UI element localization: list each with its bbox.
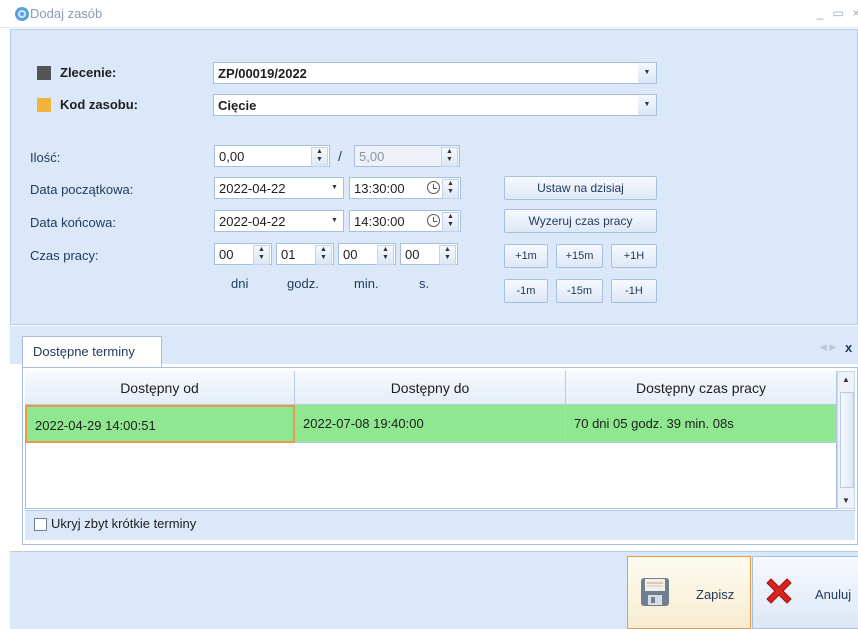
- ilosc-max-spinner: ▲ ▼: [441, 147, 458, 167]
- dni-spinner[interactable]: ▲ ▼: [253, 245, 270, 265]
- cell-czas[interactable]: 70 dni 05 godz. 39 min. 08s: [566, 405, 837, 443]
- czas-s-input[interactable]: 00 ▲ ▼: [400, 243, 458, 265]
- red-x-icon: [766, 578, 792, 604]
- unit-s: s.: [419, 276, 430, 291]
- ilosc-spinner[interactable]: ▲ ▼: [311, 147, 328, 167]
- data-poczatkowa-label: Data początkowa:: [30, 182, 134, 197]
- maximize-button[interactable]: ▭: [830, 4, 846, 22]
- minus-1m-button[interactable]: -1m: [504, 279, 548, 303]
- minus-15m-button[interactable]: -15m: [556, 279, 603, 303]
- column-header-czas[interactable]: Dostępny czas pracy: [566, 371, 837, 405]
- minimize-button[interactable]: _: [812, 4, 828, 22]
- plus-1h-button[interactable]: +1H: [611, 244, 657, 268]
- czas-godz-input[interactable]: 01 ▲ ▼: [276, 243, 334, 265]
- hide-short-checkbox[interactable]: [34, 518, 47, 531]
- column-header-do[interactable]: Dostępny do: [295, 371, 566, 405]
- clock-icon: [427, 214, 440, 227]
- min-spinner[interactable]: ▲ ▼: [377, 245, 394, 265]
- close-button[interactable]: ×: [848, 4, 858, 22]
- s-spinner[interactable]: ▲ ▼: [439, 245, 456, 265]
- scroll-down-icon[interactable]: ▼: [838, 496, 854, 505]
- data-poczatkowa-time: 13:30:00: [354, 181, 405, 196]
- kod-zasobu-value: Cięcie: [218, 98, 257, 113]
- app-gear-icon: [14, 6, 30, 22]
- data-poczatkowa-time-input[interactable]: 13:30:00 ▲ ▼: [349, 177, 461, 199]
- ilosc-separator: /: [338, 148, 342, 164]
- scroll-thumb[interactable]: [840, 392, 854, 488]
- grid-scrollbar[interactable]: ▲ ▼: [837, 371, 855, 509]
- zlecenie-value: ZP/00019/2022: [218, 66, 307, 81]
- plus-1m-button[interactable]: +1m: [504, 244, 548, 268]
- zlecenie-color-swatch: [37, 66, 51, 80]
- clock-icon: [427, 181, 440, 194]
- czas-godz-value: 01: [281, 247, 296, 262]
- unit-dni: dni: [231, 276, 249, 291]
- unit-min: min.: [354, 276, 379, 291]
- data-koncowa-date-input[interactable]: 2022-04-22 ▼: [214, 210, 344, 232]
- data-koncowa-label: Data końcowa:: [30, 215, 116, 230]
- ilosc-max-input: 5,00 ▲ ▼: [354, 145, 460, 167]
- title-bar: [0, 0, 858, 28]
- chevron-down-icon[interactable]: ▼: [637, 95, 656, 115]
- godz-spinner[interactable]: ▲ ▼: [315, 245, 332, 265]
- minus-1h-button[interactable]: -1H: [611, 279, 657, 303]
- tab-scroll-arrows-icon[interactable]: ◀ ▶: [820, 342, 836, 353]
- time-spinner[interactable]: ▲ ▼: [442, 212, 459, 232]
- hide-short-label: Ukryj zbyt krótkie terminy: [51, 516, 197, 531]
- column-header-od[interactable]: Dostępny od: [25, 371, 295, 405]
- czas-dni-value: 00: [219, 247, 234, 262]
- calendar-dropdown-icon[interactable]: ▼: [327, 212, 342, 230]
- kod-zasobu-combo[interactable]: Cięcie ▼: [213, 94, 657, 116]
- zlecenie-combo[interactable]: ZP/00019/2022 ▼: [213, 62, 657, 84]
- czas-min-input[interactable]: 00 ▲ ▼: [338, 243, 396, 265]
- data-koncowa-date: 2022-04-22: [219, 214, 286, 229]
- czas-dni-input[interactable]: 00 ▲ ▼: [214, 243, 272, 265]
- cancel-label: Anuluj: [815, 587, 852, 602]
- zlecenie-label: Zlecenie:: [60, 65, 117, 80]
- ilosc-value: 0,00: [219, 149, 245, 164]
- floppy-disk-icon: [641, 578, 669, 606]
- cell-do[interactable]: 2022-07-08 19:40:00: [295, 405, 566, 443]
- czas-s-value: 00: [405, 247, 420, 262]
- cell-od[interactable]: 2022-04-29 14:00:51: [25, 405, 295, 443]
- plus-15m-button[interactable]: +15m: [556, 244, 603, 268]
- data-poczatkowa-date: 2022-04-22: [219, 181, 286, 196]
- tab-dostepne-terminy[interactable]: Dostępne terminy: [22, 336, 162, 368]
- data-poczatkowa-date-input[interactable]: 2022-04-22 ▼: [214, 177, 344, 199]
- cancel-button[interactable]: Anuluj: [752, 556, 858, 629]
- time-spinner[interactable]: ▲ ▼: [442, 179, 459, 199]
- save-button[interactable]: Zapisz: [627, 556, 751, 629]
- calendar-dropdown-icon[interactable]: ▼: [327, 179, 342, 197]
- save-label: Zapisz: [696, 587, 735, 602]
- unit-godz: godz.: [287, 276, 319, 291]
- ilosc-input[interactable]: 0,00 ▲ ▼: [214, 145, 330, 167]
- kod-zasobu-color-swatch: [37, 98, 51, 112]
- kod-zasobu-label: Kod zasobu:: [60, 97, 138, 112]
- data-koncowa-time-input[interactable]: 14:30:00 ▲ ▼: [349, 210, 461, 232]
- czas-pracy-label: Czas pracy:: [30, 248, 99, 263]
- chevron-down-icon[interactable]: ▼: [637, 63, 656, 83]
- scroll-up-icon[interactable]: ▲: [838, 375, 854, 384]
- data-koncowa-time: 14:30:00: [354, 214, 405, 229]
- ilosc-label: Ilość:: [30, 150, 61, 165]
- wyzeruj-czas-pracy-button[interactable]: Wyzeruj czas pracy: [504, 209, 657, 233]
- ilosc-max-value: 5,00: [359, 149, 385, 164]
- ustaw-na-dzisiaj-button[interactable]: Ustaw na dzisiaj: [504, 176, 657, 200]
- tab-close-button[interactable]: x: [845, 340, 852, 355]
- window-title: Dodaj zasób: [30, 6, 103, 21]
- czas-min-value: 00: [343, 247, 358, 262]
